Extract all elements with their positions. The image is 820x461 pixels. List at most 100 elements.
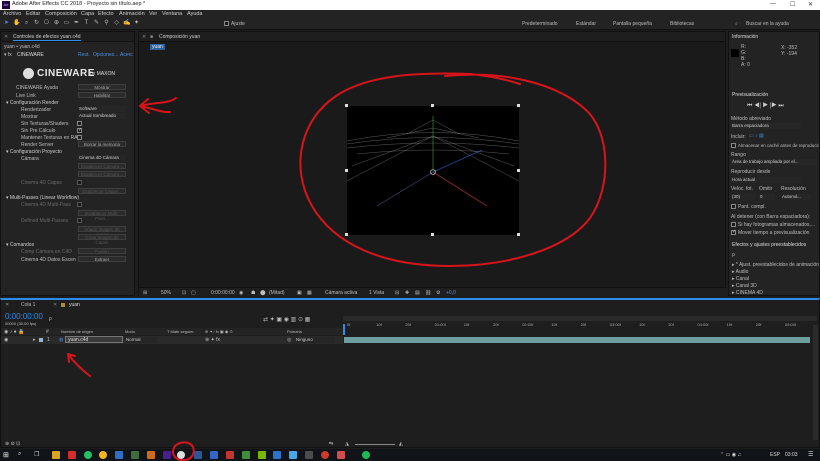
toggle-switches-modes[interactable]: ⇆ xyxy=(329,441,333,447)
layer-switches[interactable]: ⊕ ✦ fx xyxy=(205,337,220,343)
composition-tab-label[interactable]: Composición yuan xyxy=(159,34,200,40)
preview-panel-title[interactable]: Previsualización xyxy=(732,92,768,98)
comp-viewer[interactable] xyxy=(347,106,519,235)
snap-checkbox[interactable] xyxy=(224,21,229,26)
multipass-checkbox[interactable] xyxy=(77,202,82,207)
taskbar-search-icon[interactable]: ⌕ xyxy=(18,451,26,459)
taskbar-app-icon[interactable] xyxy=(115,451,123,459)
include-video-icon[interactable]: ▭ ♪ ▤ xyxy=(749,133,764,139)
layer-duration-bar[interactable] xyxy=(344,337,810,343)
layer-row[interactable]: ◉ ▸ 1 ◍ yuan.c4d Normal ⊕ ✦ fx ◎ Ninguno xyxy=(1,336,343,344)
no-precalc-checkbox[interactable] xyxy=(77,127,82,133)
menu-ventana[interactable]: Ventana xyxy=(162,11,182,17)
close-queue-tab-icon[interactable]: ✕ xyxy=(5,302,9,308)
menu-capa[interactable]: Capa xyxy=(81,11,94,17)
snapshot-icon[interactable]: ◉ xyxy=(239,290,243,296)
merge-button[interactable]: Fusión xyxy=(78,248,126,254)
resolution-preview-dropdown[interactable]: Automá... xyxy=(781,194,811,200)
taskbar-app-icon[interactable] xyxy=(321,451,329,459)
tray-icons[interactable]: ⌃ ▭ ◉ ♫ xyxy=(720,452,741,458)
app-red-icon[interactable] xyxy=(68,451,76,459)
task-view-icon[interactable]: ❐ xyxy=(34,451,42,459)
clock[interactable]: 03:03 xyxy=(785,452,798,458)
pan-behind-tool-icon[interactable]: ⊕ xyxy=(53,20,60,27)
tab-yuan[interactable]: yuan xyxy=(69,302,80,308)
menu-archivo[interactable]: Archivo xyxy=(3,11,21,17)
workspace-bibliotecas[interactable]: Bibliotecas xyxy=(670,21,694,27)
play-icon[interactable]: ▶ xyxy=(763,103,768,109)
zoom-tool-icon[interactable]: ⌕ xyxy=(23,20,30,27)
work-area-bar[interactable] xyxy=(343,316,817,321)
about-link[interactable]: Acerc xyxy=(120,52,133,58)
live-link-button[interactable]: Habilitar xyxy=(78,92,126,98)
grid-icon[interactable]: ⊡ xyxy=(182,290,186,296)
layer-expand-icon[interactable]: ▸ xyxy=(33,337,36,343)
last-frame-icon[interactable]: ⏭ xyxy=(778,103,783,109)
effect-toggle-fx-icon[interactable]: ▾ fx xyxy=(4,52,12,58)
rotate-tool-icon[interactable]: ↻ xyxy=(33,20,40,27)
commands-section[interactable]: ▾ Comandos xyxy=(6,242,34,248)
stamp-tool-icon[interactable]: ⚲ xyxy=(103,20,110,27)
handle-bc[interactable] xyxy=(431,233,434,236)
maximize-icon[interactable]: ☐ xyxy=(790,1,795,8)
roto-tool-icon[interactable]: ✍ xyxy=(123,20,130,27)
exposure-value[interactable]: +0,0 xyxy=(446,290,456,296)
timeline-icon[interactable]: ▤ xyxy=(415,290,420,296)
taskbar-app-icon[interactable] xyxy=(131,451,139,459)
preset-item[interactable]: ▸ Audio xyxy=(732,269,748,275)
minimize-icon[interactable]: — xyxy=(770,1,776,7)
workspace-pantalla-pequena[interactable]: Pantalla pequeña xyxy=(613,21,652,27)
chrome-icon[interactable] xyxy=(99,451,107,459)
options-link[interactable]: Opciones... xyxy=(93,52,118,58)
column-source[interactable]: Nombre de origen xyxy=(61,329,93,334)
magnify-icon[interactable]: ⊞ xyxy=(143,290,147,296)
cached-frames-checkbox[interactable] xyxy=(731,222,736,227)
range-dropdown[interactable]: Área de trabajo ampliada por el... xyxy=(731,159,817,165)
effects-presets-title[interactable]: Efectos y ajustes preestablecidos xyxy=(732,242,806,248)
camera-tool-icon[interactable]: ⎔ xyxy=(43,20,50,27)
taskbar-app-icon[interactable] xyxy=(242,451,250,459)
zoom-out-icon[interactable]: ◮ xyxy=(345,441,349,447)
preset-item[interactable]: ▸ Canal xyxy=(732,276,749,282)
hand-tool-icon[interactable]: ✋ xyxy=(13,20,20,27)
layer-parent-icon[interactable]: ◎ xyxy=(287,337,291,343)
preset-item[interactable]: ▸ * Ajust. preestablecidos de animación xyxy=(732,262,819,268)
close-comp-tab-icon[interactable]: ✕ xyxy=(142,34,146,40)
layer-name[interactable]: yuan.c4d xyxy=(65,336,123,343)
taskbar-app-icon[interactable] xyxy=(210,451,218,459)
handle-tr[interactable] xyxy=(517,104,520,107)
play-from-dropdown[interactable]: Hora actual xyxy=(731,177,801,183)
camera-view-dropdown[interactable]: Cámara activa xyxy=(325,290,357,296)
handle-tl[interactable] xyxy=(345,104,348,107)
color-channel-icon[interactable]: ⬤ xyxy=(260,290,266,296)
timeline-zoom-slider[interactable] xyxy=(355,444,395,445)
mask-icon[interactable]: ▢ xyxy=(191,290,196,296)
current-time-indicator[interactable] xyxy=(343,324,345,335)
selection-tool-icon[interactable]: ➤ xyxy=(3,20,10,27)
menu-composicion[interactable]: Composición xyxy=(45,11,77,17)
fullscreen-checkbox[interactable] xyxy=(731,204,736,209)
illustrator-icon[interactable] xyxy=(147,451,155,459)
eraser-tool-icon[interactable]: ◇ xyxy=(113,20,120,27)
close-timeline-tab-icon[interactable]: ✕ xyxy=(53,302,57,308)
whatsapp-icon[interactable] xyxy=(84,451,92,459)
visibility-icon[interactable]: ◉ xyxy=(4,337,8,343)
taskbar-app-icon[interactable] xyxy=(337,451,345,459)
taskbar-app-icon[interactable] xyxy=(305,451,313,459)
add-image-layers-button[interactable]: Añadir imagen de capas xyxy=(78,226,126,237)
views-dropdown[interactable]: 1 Vista xyxy=(369,290,384,296)
effect-controls-tab[interactable]: ✕ Controles de efectos yuan.c4d xyxy=(1,32,134,42)
menu-ayuda[interactable]: Ayuda xyxy=(187,11,203,17)
handle-ml[interactable] xyxy=(345,169,348,172)
rectangle-tool-icon[interactable]: ▭ xyxy=(63,20,70,27)
lock-icon[interactable]: ■ xyxy=(150,34,153,40)
workspace-predeterminado[interactable]: Predeterminado xyxy=(522,21,558,27)
layer-mode-dropdown[interactable]: Normal xyxy=(125,337,157,343)
handle-tc[interactable] xyxy=(431,104,434,107)
file-explorer-icon[interactable] xyxy=(52,451,60,459)
taskbar-app-icon[interactable] xyxy=(289,451,297,459)
keyboard-language[interactable]: ESP xyxy=(770,452,780,458)
menu-animacion[interactable]: Animación xyxy=(119,11,145,17)
close-tab-icon[interactable]: ✕ xyxy=(4,34,8,40)
pen-tool-icon[interactable]: ✒ xyxy=(73,20,80,27)
